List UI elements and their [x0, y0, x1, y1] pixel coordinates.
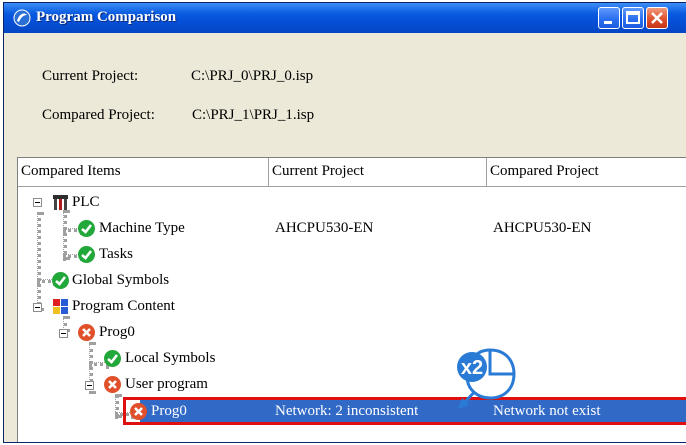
plc-icon — [53, 195, 68, 210]
tree-node-label: Local Symbols — [125, 350, 216, 366]
tree-line — [63, 210, 67, 260]
compared-project-path: C:\PRJ_1\PRJ_1.isp — [192, 107, 315, 123]
collapse-toggle-program-content[interactable] — [33, 303, 42, 312]
tree-node-label: Global Symbols — [72, 272, 170, 288]
compared-project-label: Compared Project: — [42, 107, 155, 123]
tree-line — [37, 212, 41, 311]
compared-project-row: Compared Project: C:\PRJ_1\PRJ_1.isp — [42, 107, 314, 124]
title-bar[interactable]: Program Comparison — [4, 3, 686, 33]
tree-node-label: Tasks — [99, 246, 133, 262]
maximize-icon — [626, 11, 640, 24]
tree-node-label: Machine Type — [99, 220, 185, 236]
window-title: Program Comparison — [36, 9, 177, 25]
machine-type-compared-value: AHCPU530-EN — [493, 220, 592, 236]
program-comparison-window: Program Comparison Current Project: C:\P… — [3, 2, 686, 443]
collapse-toggle-prog0[interactable] — [59, 329, 68, 338]
maximize-button[interactable] — [622, 7, 644, 29]
mouse-double-click-icon: x2 — [457, 348, 516, 409]
current-project-label: Current Project: — [42, 68, 139, 84]
tree-node-label: PLC — [72, 194, 100, 210]
column-header-compared-items[interactable]: Compared Items — [18, 158, 269, 187]
highlight-annotation-box — [123, 397, 686, 425]
column-header-current-project[interactable]: Current Project — [269, 158, 487, 187]
error-x-icon — [104, 376, 121, 393]
current-project-path: C:\PRJ_0\PRJ_0.isp — [191, 68, 314, 84]
minimize-button[interactable] — [598, 7, 620, 29]
current-project-row: Current Project: C:\PRJ_0\PRJ_0.isp — [42, 68, 313, 85]
check-ok-icon — [78, 220, 95, 237]
double-click-label: x2 — [461, 357, 483, 379]
check-ok-icon — [104, 350, 121, 367]
app-icon — [13, 9, 31, 27]
error-x-icon — [78, 324, 95, 341]
collapse-toggle-user-program[interactable] — [85, 381, 94, 390]
close-icon — [651, 12, 663, 24]
collapse-toggle-plc[interactable] — [33, 198, 42, 207]
machine-type-current-value: AHCPU530-EN — [275, 220, 374, 236]
check-ok-icon — [78, 246, 95, 263]
comparison-tree-grid[interactable]: Compared Items Current Project Compared … — [17, 157, 686, 442]
check-ok-icon — [52, 272, 69, 289]
tree-node-label: User program — [125, 376, 208, 392]
program-content-icon — [53, 299, 68, 314]
minimize-icon — [604, 21, 612, 24]
tree-node-label: Program Content — [72, 298, 175, 314]
tree-node-label: Prog0 — [99, 324, 135, 340]
close-button[interactable] — [646, 7, 668, 29]
column-header-compared-project[interactable]: Compared Project — [487, 158, 686, 187]
column-header-row: Compared Items Current Project Compared … — [18, 158, 686, 187]
